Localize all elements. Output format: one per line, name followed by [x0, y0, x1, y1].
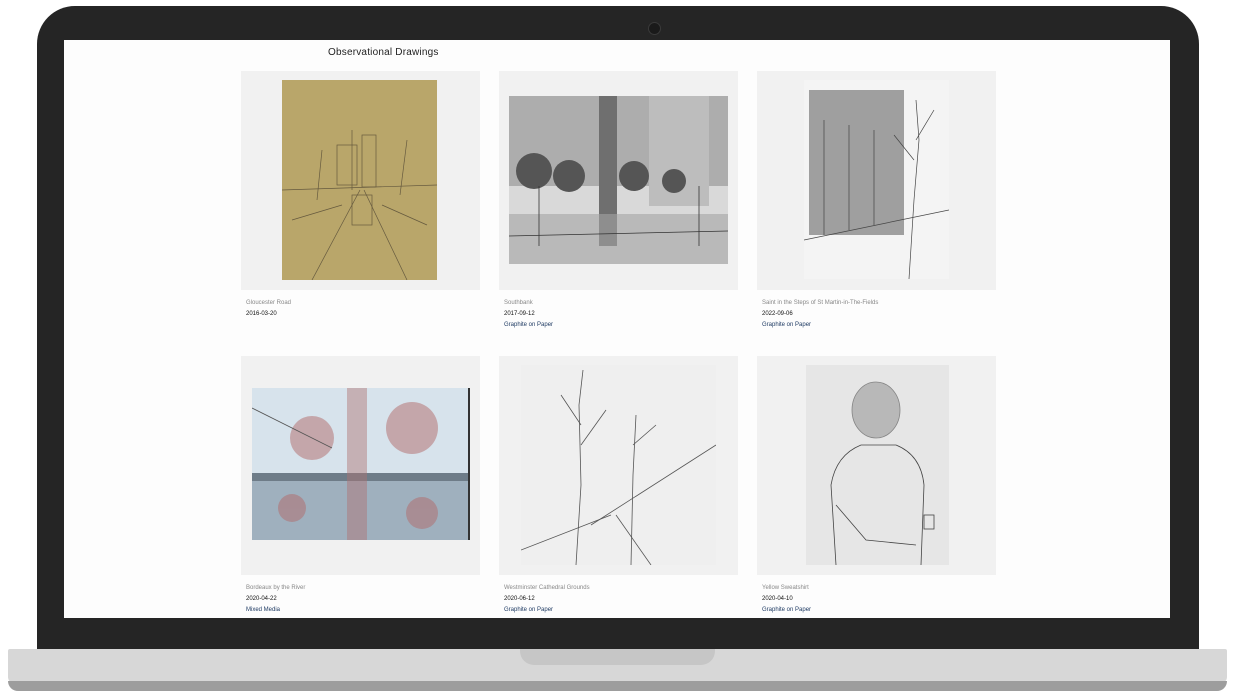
artwork-frame[interactable] [499, 356, 738, 575]
artwork-image[interactable] [521, 365, 716, 565]
artwork-title[interactable]: Gloucester Road [246, 298, 480, 309]
artwork-title[interactable]: Saint in the Steps of St Martin-in-The-F… [762, 298, 996, 309]
artwork-date: 2020-04-22 [246, 596, 277, 602]
artwork-title[interactable]: Westminster Cathedral Grounds [504, 583, 738, 594]
laptop-notch [520, 649, 715, 665]
artwork-medium: Graphite on Paper [762, 607, 812, 613]
artwork-image[interactable] [509, 96, 728, 264]
artwork-image[interactable] [804, 80, 949, 279]
artwork-image[interactable] [282, 80, 437, 280]
artwork-image[interactable] [806, 365, 949, 565]
artwork-date: 2017-09-12 [504, 311, 535, 317]
artwork-medium: Mixed Media [246, 607, 281, 613]
artwork-medium: Graphite on Paper [504, 322, 554, 328]
artwork-frame[interactable] [757, 71, 996, 290]
artwork-frame[interactable] [241, 71, 480, 290]
artwork-card[interactable]: Gloucester Road 2016-03-20 [241, 71, 480, 320]
artwork-card[interactable]: Bordeaux by the River 2020-04-22 Mixed M… [241, 356, 480, 616]
artwork-title[interactable]: Bordeaux by the River [246, 583, 480, 594]
laptop-base-shadow [8, 681, 1227, 691]
artwork-frame[interactable] [241, 356, 480, 575]
artwork-card[interactable]: Yellow Sweatshirt 2020-04-10 Graphite on… [757, 356, 996, 616]
artwork-image[interactable] [252, 388, 470, 540]
artwork-card[interactable]: Saint in the Steps of St Martin-in-The-F… [757, 71, 996, 331]
artwork-title[interactable]: Southbank [504, 298, 738, 309]
artwork-title[interactable]: Yellow Sweatshirt [762, 583, 996, 594]
artwork-date: 2022-09-06 [762, 311, 793, 317]
webcam-icon [648, 22, 661, 35]
artwork-frame[interactable] [757, 356, 996, 575]
artwork-frame[interactable] [499, 71, 738, 290]
browser-viewport[interactable]: Observational Drawings Gloucester Road 2… [64, 40, 1170, 618]
artwork-medium: Graphite on Paper [762, 322, 812, 328]
artwork-card[interactable]: Westminster Cathedral Grounds 2020-06-12… [499, 356, 738, 616]
page-title: Observational Drawings [328, 47, 439, 58]
artwork-date: 2016-03-20 [246, 311, 277, 317]
artwork-date: 2020-04-10 [762, 596, 793, 602]
artwork-date: 2020-06-12 [504, 596, 535, 602]
artwork-card[interactable]: Southbank 2017-09-12 Graphite on Paper [499, 71, 738, 331]
artwork-medium: Graphite on Paper [504, 607, 554, 613]
